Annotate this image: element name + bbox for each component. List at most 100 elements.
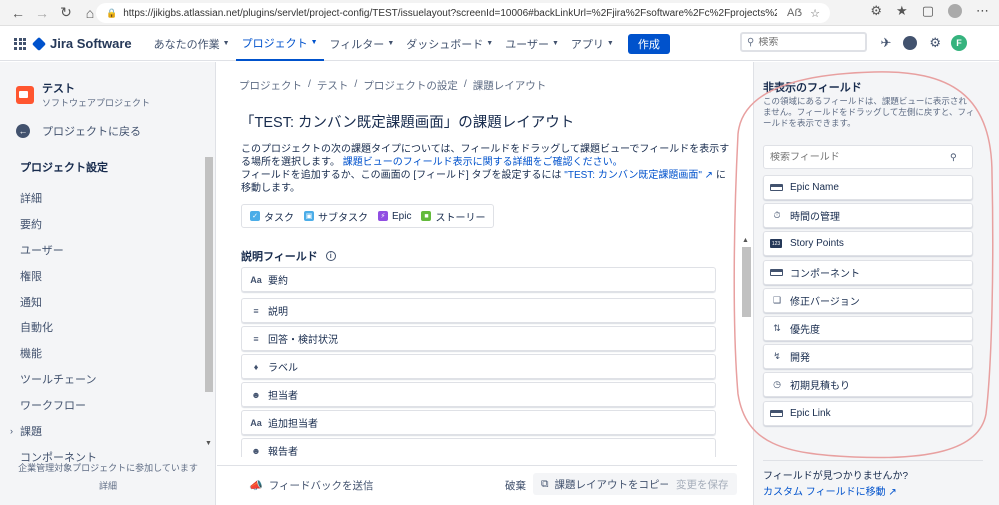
user-avatar[interactable]: F — [951, 35, 967, 51]
global-search-input[interactable] — [758, 36, 854, 48]
screen-link[interactable]: "TEST: カンバン既定課題画面" ↗ — [564, 170, 713, 181]
project-type: ソフトウェアプロジェクト — [42, 98, 151, 108]
hidden-field-original-estimate[interactable]: ◷ 初期見積もり — [763, 372, 973, 398]
issue-type-task: ✓ タスク — [250, 209, 294, 224]
megaphone-icon: 📣 — [249, 480, 263, 492]
issue-view-help-link[interactable]: 課題ビューのフィールド表示に関する詳細をご確認ください。 — [343, 157, 623, 168]
hidden-field-time-tracking[interactable]: ⏱ 時間の管理 — [763, 203, 973, 229]
number-icon: 123 — [770, 239, 782, 249]
text-icon: Aa — [250, 274, 262, 285]
field-additional-assignee[interactable]: Aa 追加担当者 — [241, 410, 716, 435]
custom-fields-link[interactable]: カスタム フィールドに移動 ↗ — [763, 487, 897, 498]
breadcrumb-project-settings[interactable]: プロジェクトの設定 — [363, 78, 458, 93]
sidebar-item-automation[interactable]: 自動化 — [0, 314, 215, 340]
forward-arrow-icon[interactable]: → — [30, 2, 54, 24]
nav-dashboards[interactable]: ダッシュボード ▼ — [400, 27, 499, 61]
back-to-project-link[interactable]: ← プロジェクトに戻る — [0, 109, 215, 139]
field-description[interactable]: ≡ 説明 — [241, 298, 716, 323]
field-search-input[interactable] — [770, 151, 950, 163]
nav-your-work[interactable]: あなたの作業 ▼ — [148, 27, 236, 61]
nav-users[interactable]: ユーザー ▼ — [499, 27, 565, 61]
sidebar-item-toolchain[interactable]: ツールチェーン — [0, 366, 215, 392]
scroll-down-arrow-icon[interactable]: ▼ — [205, 440, 212, 447]
component-icon — [770, 268, 783, 276]
sidebar-item-permissions[interactable]: 権限 — [0, 263, 215, 289]
reload-icon[interactable]: ↻ — [54, 2, 78, 24]
external-link-icon: ↗ — [885, 487, 897, 498]
browser-menu-icon[interactable]: ⋯ — [976, 3, 989, 19]
scroll-up-arrow-icon[interactable]: ▲ — [742, 237, 749, 244]
back-arrow-icon[interactable]: ← — [6, 2, 30, 24]
project-header[interactable]: テスト ソフトウェアプロジェクト — [0, 62, 215, 109]
lock-icon: 🔒 — [106, 7, 118, 18]
sidebar-item-details[interactable]: 詳細 — [0, 185, 215, 211]
field-assignee[interactable]: ☻ 担当者 — [241, 382, 716, 407]
address-bar[interactable]: 🔒 https://jikigbs.atlassian.net/plugins/… — [96, 3, 830, 23]
sidebar-item-users[interactable]: ユーザー — [0, 237, 215, 263]
breadcrumb-project[interactable]: テスト — [317, 78, 349, 93]
branch-icon: ↯ — [773, 351, 781, 362]
sidebar-item-summary[interactable]: 要約 — [0, 211, 215, 237]
discard-button[interactable]: 破棄 — [505, 478, 526, 493]
hidden-field-components[interactable]: コンポーネント — [763, 259, 973, 285]
epic-name-icon — [770, 184, 783, 191]
main-scrollbar[interactable]: ▲ — [742, 237, 751, 462]
story-bookmark-icon: ■ — [421, 211, 432, 221]
breadcrumb-projects[interactable]: プロジェクト — [239, 78, 302, 93]
breadcrumb-issue-layout[interactable]: 課題レイアウト — [473, 78, 547, 93]
nav-filters[interactable]: フィルター ▼ — [324, 27, 401, 61]
copy-issue-layout-button[interactable]: ⧉ 課題レイアウトをコピー — [533, 473, 678, 495]
field-summary[interactable]: Aa 要約 — [241, 267, 716, 292]
field-labels[interactable]: ♦ ラベル — [241, 354, 716, 379]
app-switcher-icon[interactable] — [14, 37, 26, 50]
hidden-field-epic-name[interactable]: Epic Name — [763, 175, 973, 200]
breadcrumb: プロジェクト / テスト / プロジェクトの設定 / 課題レイアウト — [239, 78, 547, 93]
favorite-star-icon[interactable]: ☆ — [810, 7, 820, 20]
chevron-down-icon: ▼ — [310, 39, 318, 46]
sidebar-item-features[interactable]: 機能 — [0, 340, 215, 366]
field-response-status[interactable]: ≡ 回答・検討状況 — [241, 326, 716, 351]
project-name: テスト — [42, 83, 75, 95]
hidden-field-priority[interactable]: ⇅ 優先度 — [763, 315, 973, 341]
help-icon[interactable]: ? — [903, 36, 918, 51]
chevron-down-icon: ▼ — [551, 40, 559, 47]
send-feedback-button[interactable]: 📣 フィードバックを送信 — [249, 478, 374, 493]
sidebar-scrollbar-thumb[interactable] — [205, 157, 213, 392]
stopwatch-icon: ⏱ — [773, 210, 781, 221]
info-icon[interactable]: i — [325, 251, 336, 261]
notifications-icon[interactable]: ✈ — [880, 35, 891, 51]
save-changes-button[interactable]: 変更を保存 — [668, 473, 737, 495]
product-name: Jira Software — [50, 36, 132, 51]
collections-icon[interactable]: ▢ — [922, 3, 934, 19]
chevron-down-icon: ▼ — [387, 40, 395, 47]
sidebar-scrollbar[interactable]: ▼ — [205, 157, 213, 447]
read-aloud-icon[interactable]: Aẞ — [787, 7, 802, 20]
global-search[interactable]: ⚲ — [740, 32, 867, 52]
sidebar-item-workflows[interactable]: ワークフロー — [0, 392, 215, 418]
create-button[interactable]: 作成 — [627, 33, 670, 54]
hidden-fields-heading: 非表示のフィールド — [763, 82, 862, 94]
hidden-fields-panel: 非表示のフィールド この領域にあるフィールドは、課題ビューに表示されません。フィ… — [753, 62, 999, 505]
hidden-field-epic-link[interactable]: Epic Link — [763, 400, 973, 426]
issue-type-story: ■ ストーリー — [421, 209, 485, 224]
sidebar-item-issues[interactable]: › 課題 — [0, 418, 215, 444]
hidden-field-story-points[interactable]: 123 Story Points — [763, 231, 973, 257]
epic-lightning-icon: ⚡ — [378, 211, 388, 221]
field-reporter[interactable]: ☻ 報告者 — [241, 438, 716, 457]
favorites-icon[interactable]: ★ — [896, 3, 908, 19]
settings-gear-icon[interactable]: ⚙ — [929, 35, 941, 51]
hidden-field-fix-version[interactable]: ❑ 修正バージョン — [763, 287, 973, 313]
learn-more-link[interactable]: 詳細 — [0, 477, 216, 495]
hidden-fields-list: Epic Name ⏱ 時間の管理 123 Story Points コンポーネント… — [763, 175, 973, 429]
browser-profile-avatar[interactable] — [948, 4, 962, 18]
chevron-right-icon: › — [10, 425, 13, 436]
main-scrollbar-thumb[interactable] — [742, 247, 751, 317]
jira-logo[interactable]: Jira Software — [31, 36, 132, 51]
field-search[interactable]: ⚲ — [763, 145, 973, 169]
hidden-field-development[interactable]: ↯ 開発 — [763, 344, 973, 370]
sidebar-item-notifications[interactable]: 通知 — [0, 289, 215, 315]
nav-projects[interactable]: プロジェクト ▼ — [235, 27, 324, 61]
nav-apps[interactable]: アプリ ▼ — [565, 27, 620, 61]
version-icon: ❑ — [772, 294, 782, 305]
extension-icon[interactable]: ⚙ — [870, 3, 882, 19]
